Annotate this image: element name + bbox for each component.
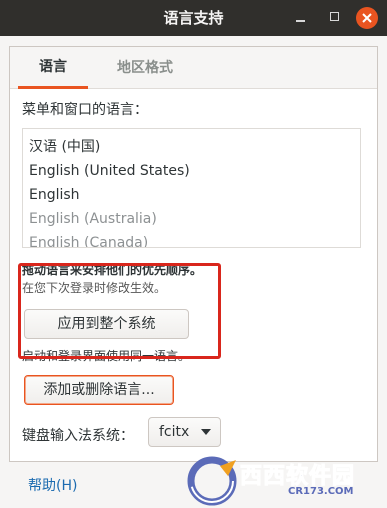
apply-system-wide-button[interactable]: 应用到整个系统 [24,309,189,339]
input-method-select[interactable]: fcitx [148,417,221,447]
title-bar: 语言支持 [0,0,387,36]
watermark-logo-icon [187,456,237,506]
apply-hint: 启动和登录界面使用同一语言。 [22,349,191,363]
language-list[interactable]: 汉语 (中国) English (United States) English … [22,128,361,248]
maximize-icon[interactable] [326,8,346,28]
language-panel: 语言 地区格式 菜单和窗口的语言： 汉语 (中国) English (Unite… [9,46,378,462]
close-icon[interactable] [356,7,378,29]
list-item[interactable]: English (United States) [29,159,190,183]
add-remove-languages-button[interactable]: 添加或删除语言... [24,375,174,405]
list-item[interactable]: 汉语 (中国) [29,135,100,159]
drag-hint: 拖动语言来安排他们的优先顺序。 [22,263,203,277]
minimize-icon[interactable] [292,8,312,28]
tab-language[interactable]: 语言 [18,47,88,89]
watermark-url: CR173.COM [288,486,354,497]
next-login-hint: 在您下次登录时修改生效。 [22,281,167,295]
tab-regional-formats[interactable]: 地区格式 [106,47,184,89]
tab-bar: 语言 地区格式 [10,47,377,89]
input-method-value: fcitx [159,424,190,440]
list-item[interactable]: English (Australia) [29,207,157,231]
watermark: 西西软件园 CR173.COM [186,456,384,506]
list-item[interactable]: English (Canada) [29,231,148,247]
input-method-label: 键盘输入法系统： [22,428,134,444]
list-item[interactable]: English [29,183,80,207]
help-button[interactable]: 帮助(H) [28,475,77,495]
chevron-down-icon [201,429,211,435]
languages-label: 菜单和窗口的语言： [22,102,148,118]
